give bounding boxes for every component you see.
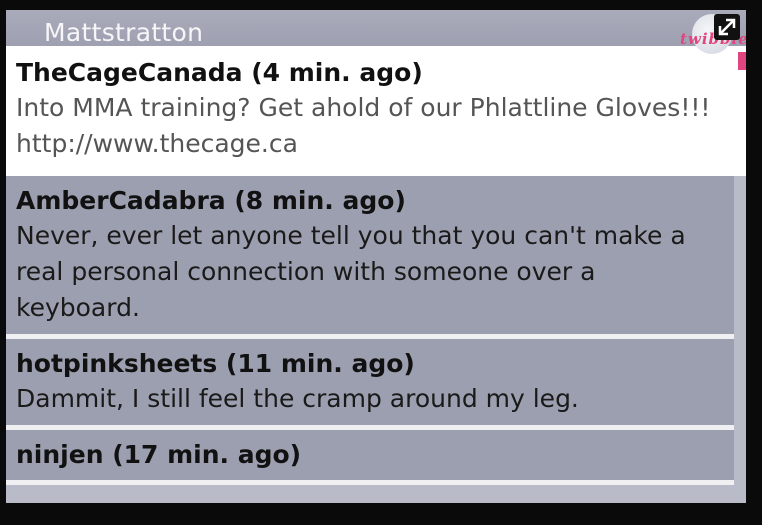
tweet-item[interactable]: TheCageCanada (4 min. ago) Into MMA trai… — [6, 46, 746, 176]
tweet-header: ninjen (17 min. ago) — [16, 440, 302, 469]
device-screen: Mattstratton twibble TheCageCanada (4 mi… — [6, 10, 746, 503]
tweet-item[interactable]: AmberCadabra (8 min. ago) Never, ever le… — [6, 176, 734, 339]
scroll-indicator — [738, 52, 746, 70]
expand-icon[interactable] — [714, 14, 740, 40]
tweet-header: TheCageCanada (4 min. ago) — [16, 58, 423, 87]
tweet-item[interactable]: ninjen (17 min. ago) — [6, 430, 734, 485]
tweet-text: Never, ever let anyone tell you that you… — [16, 221, 686, 322]
tweet-header: hotpinksheets (11 min. ago) — [16, 349, 415, 378]
tweet-list: TheCageCanada (4 min. ago) Into MMA trai… — [6, 46, 746, 485]
tweet-header: AmberCadabra (8 min. ago) — [16, 186, 406, 215]
tweet-text: Into MMA training? Get ahold of our Phla… — [16, 93, 711, 158]
app-logo: twibble — [680, 14, 746, 54]
app-header: Mattstratton — [6, 10, 746, 50]
tweet-item[interactable]: hotpinksheets (11 min. ago) Dammit, I st… — [6, 339, 734, 430]
tweet-text: Dammit, I still feel the cramp around my… — [16, 384, 579, 413]
header-title: Mattstratton — [44, 18, 204, 47]
